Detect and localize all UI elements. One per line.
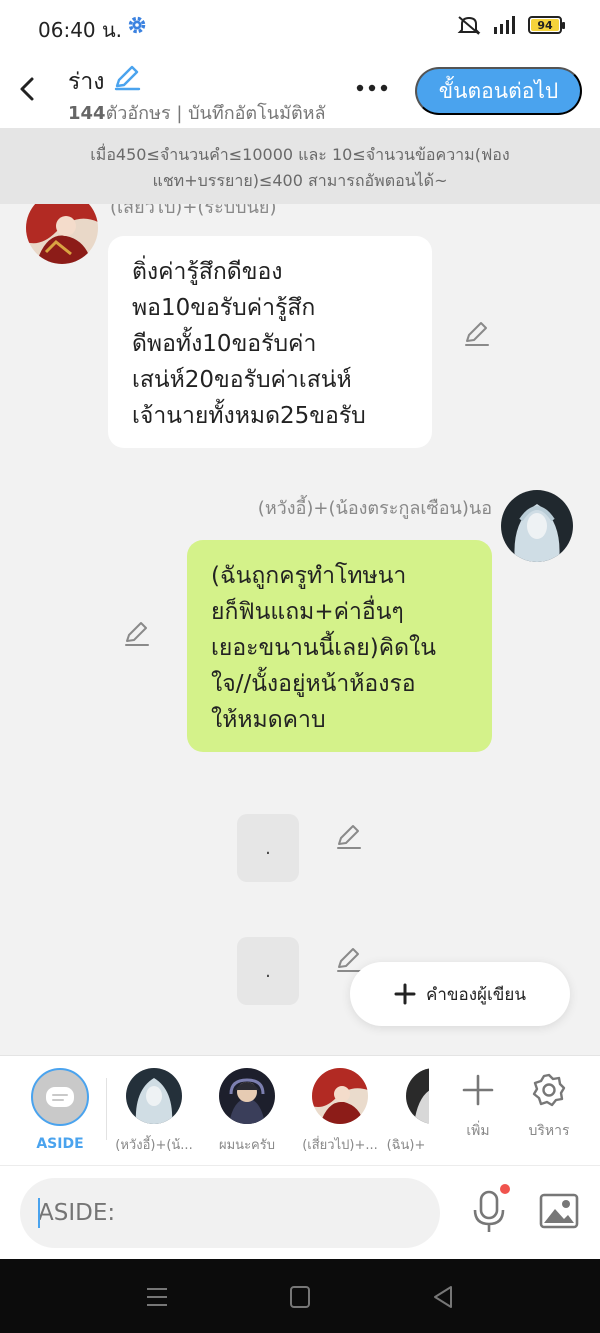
notice-line-2: แชท+บรรยาย)≤400 สามารถอัพตอนได้~	[152, 171, 448, 190]
message-line: (ฉันถูกครูทำโทษนา	[211, 563, 407, 589]
system-nav-bar	[0, 1259, 600, 1333]
author-words-label: คำของผู้เขียน	[425, 984, 527, 1005]
notice-line-1: เมื่อ450≤จำนวนคำ≤10000 และ 10≤จำนวนข้อคว…	[90, 145, 510, 164]
notification-dot	[500, 1184, 510, 1194]
author-words-button[interactable]: คำของผู้เขียน	[350, 962, 570, 1026]
gear-icon	[532, 1073, 566, 1107]
character-label: ผมนะครับ	[219, 1138, 275, 1153]
mute-bell-icon	[457, 16, 481, 35]
narration-icon	[46, 1087, 74, 1107]
avatar	[219, 1068, 275, 1124]
message-input[interactable]	[20, 1178, 440, 1248]
back-triangle-icon[interactable]	[428, 1283, 458, 1311]
message-line: ให้หมดคาบ	[211, 707, 326, 733]
back-arrow-icon[interactable]	[14, 74, 40, 104]
manage-characters-button[interactable]: บริหาร	[514, 1072, 584, 1142]
aside-avatar	[31, 1068, 89, 1126]
status-time: 06:40 น.	[38, 18, 123, 42]
character-item[interactable]: (หวังอี้)+(น้...	[104, 1068, 204, 1155]
input-bar	[0, 1165, 600, 1259]
character-aside[interactable]: ASIDE	[10, 1068, 110, 1152]
upload-requirement-notice: เมื่อ450≤จำนวนคำ≤10000 และ 10≤จำนวนข้อคว…	[0, 128, 600, 204]
page-title: ร่าง	[68, 69, 105, 95]
message-line: ดีพอทั้ง10ขอรับค่า	[132, 331, 317, 357]
narration-bubble[interactable]: .	[237, 937, 299, 1005]
character-label: (เสี่ยวไป)+...	[302, 1138, 378, 1153]
chat-area[interactable]: (เสี่ยวไป)+(ระบบนิย) ติ่งค่ารู้สึกดีของ …	[0, 204, 600, 1054]
plus-icon	[462, 1074, 494, 1106]
avatar	[312, 1068, 368, 1124]
plus-icon	[394, 983, 416, 1005]
message-line: ยก็ฟินแถม+ค่าอื่นๆ	[211, 599, 404, 625]
character-label: (หวังอี้)+(น้...	[115, 1138, 193, 1153]
text-caret	[38, 1198, 40, 1228]
character-label: (ฉิน)+	[386, 1138, 426, 1153]
character-item[interactable]: (เสี่ยวไป)+...	[290, 1068, 390, 1155]
image-icon[interactable]	[538, 1190, 580, 1232]
avatar[interactable]	[501, 490, 573, 562]
home-icon[interactable]	[285, 1283, 315, 1311]
message-line: เจ้านายทั้งหมด25ขอรับ	[132, 403, 366, 429]
avatar	[406, 1068, 429, 1124]
edit-message-icon[interactable]	[463, 320, 491, 348]
more-options-icon[interactable]	[352, 78, 392, 98]
narration-bubble[interactable]: .	[237, 814, 299, 882]
edit-message-icon[interactable]	[335, 946, 363, 974]
edit-message-icon[interactable]	[123, 620, 151, 648]
message-line: ใจ//นั้งอยู่หน้าห้องรอ	[211, 671, 416, 697]
status-bar: 06:40 น. 94	[0, 0, 600, 52]
message-line: พอ10ขอรับค่ารู้สึก	[132, 295, 316, 321]
signal-icon	[494, 16, 515, 34]
character-item[interactable]: ผมนะครับ	[197, 1068, 297, 1155]
character-bar: ASIDE (หวังอี้)+(น้... ผมนะครับ (เสี่ยวไ…	[0, 1055, 600, 1165]
gear-icon	[128, 16, 146, 34]
character-label: ASIDE	[36, 1136, 84, 1152]
manage-label: บริหาร	[528, 1123, 570, 1139]
app-header: ร่าง 144ตัวอักษร | บันทึกอัตโนมัติหลั ขั…	[0, 52, 600, 128]
message-line: ติ่งค่ารู้สึกดีของ	[132, 259, 283, 285]
message-bubble[interactable]: (ฉันถูกครูทำโทษนา ยก็ฟินแถม+ค่าอื่นๆ เยอ…	[187, 540, 492, 752]
battery-text: 94	[537, 18, 553, 32]
menu-icon[interactable]	[142, 1283, 172, 1311]
autosave-text: ตัวอักษร | บันทึกอัตโนมัติหลั	[105, 103, 326, 124]
message-line: เยอะขนานนี้เลย)คิดใน	[211, 635, 436, 661]
avatar[interactable]	[26, 204, 98, 264]
draft-subtitle: 144ตัวอักษร | บันทึกอัตโนมัติหลั	[68, 98, 326, 127]
add-label: เพิ่ม	[466, 1123, 490, 1139]
message-bubble[interactable]: ติ่งค่ารู้สึกดีของ พอ10ขอรับค่ารู้สึก ดี…	[108, 236, 432, 448]
message-sender: (หวังอี้)+(น้องตระกูลเซือน)นอ	[257, 498, 492, 519]
character-item[interactable]: (ฉิน)+	[383, 1068, 429, 1155]
message-sender: (เสี่ยวไป)+(ระบบนิย)	[110, 204, 277, 218]
next-step-button[interactable]: ขั้นตอนต่อไป	[415, 67, 582, 115]
char-count: 144	[68, 103, 106, 124]
avatar	[126, 1068, 182, 1124]
edit-message-icon[interactable]	[335, 823, 363, 851]
message-line: เสน่ห์20ขอรับค่าเสน่ห์	[132, 367, 352, 393]
status-icons: 94	[456, 14, 565, 36]
add-character-button[interactable]: เพิ่ม	[443, 1072, 513, 1142]
edit-title-icon[interactable]	[112, 64, 142, 92]
battery-icon: 94	[528, 16, 565, 34]
